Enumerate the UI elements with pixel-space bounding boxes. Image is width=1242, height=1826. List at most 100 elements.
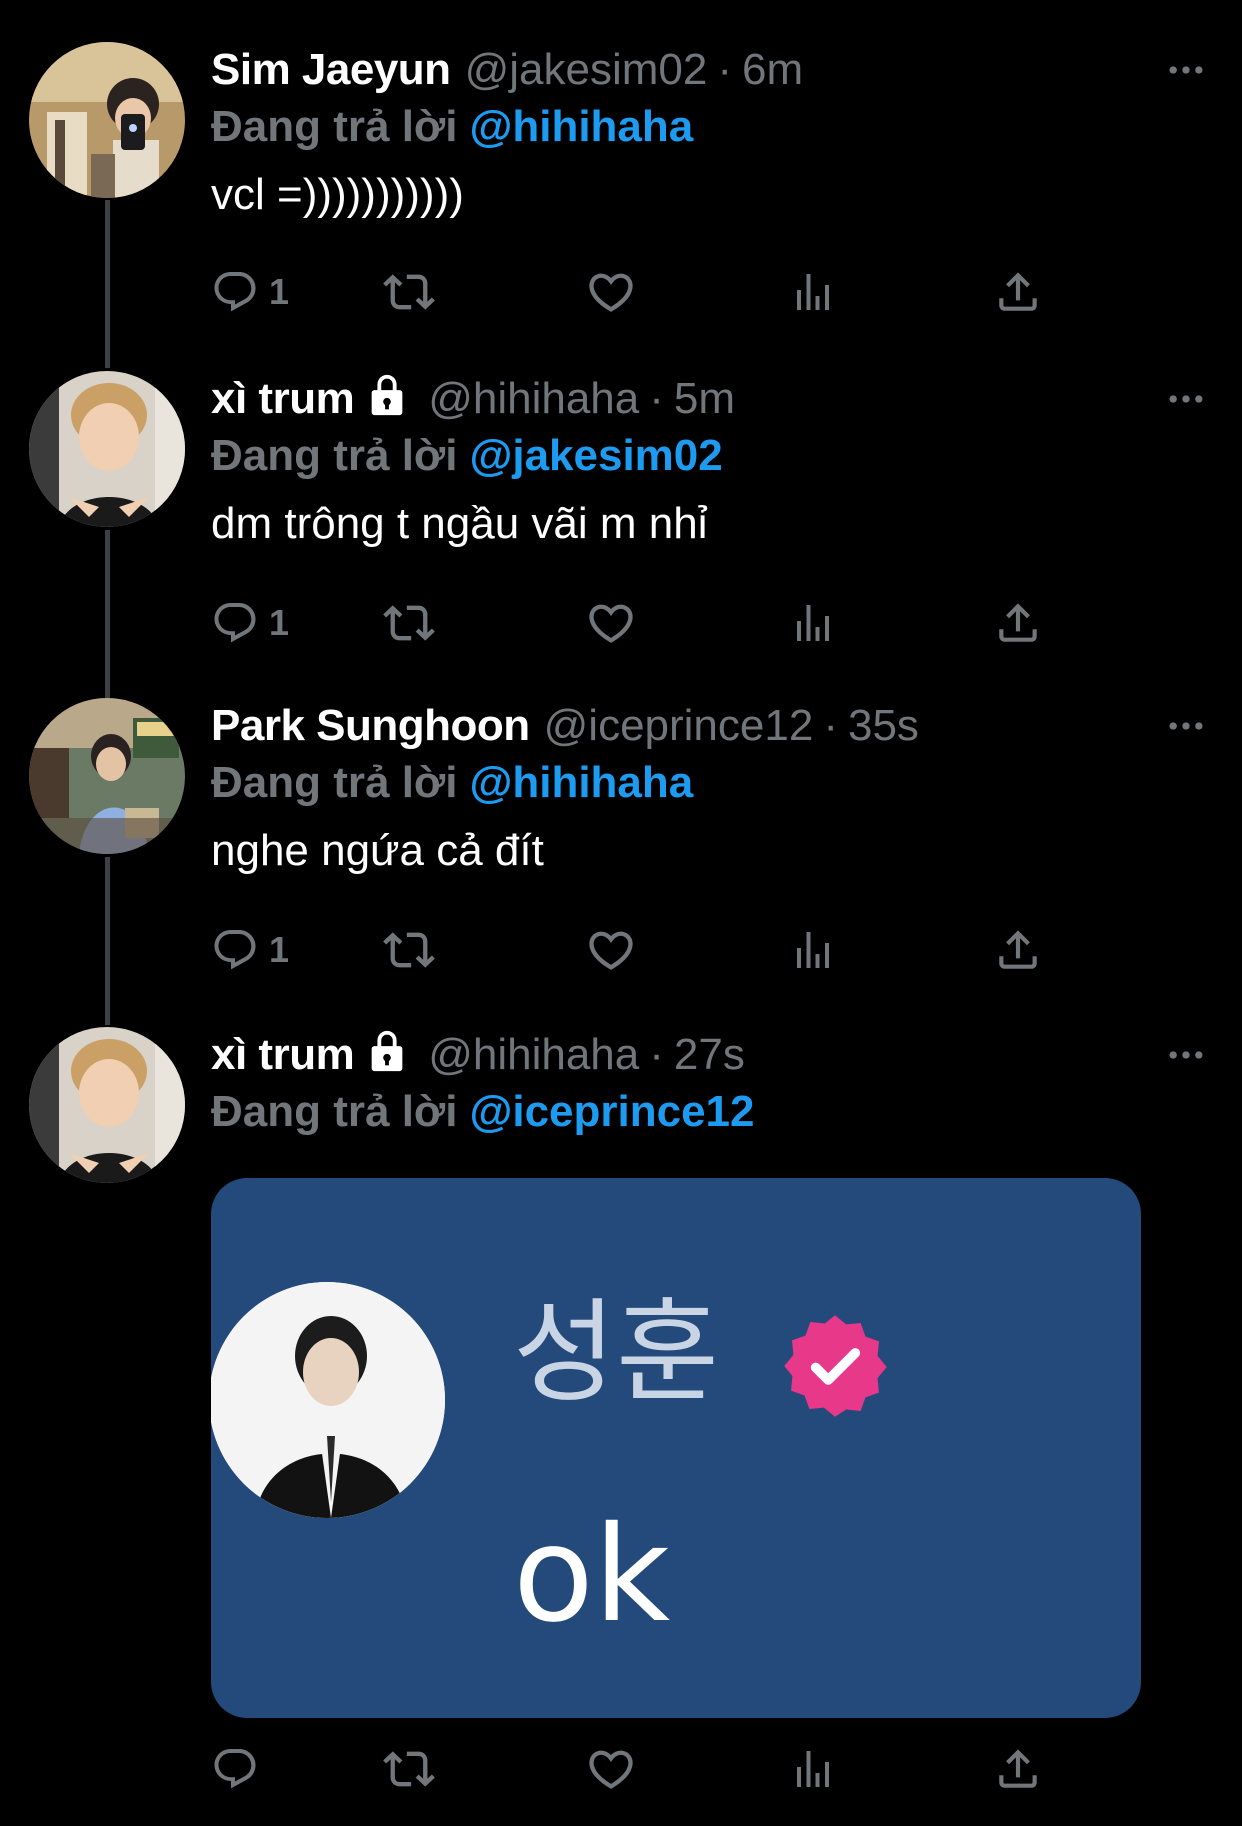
action-bar: 1 (211, 262, 1091, 322)
media-display-name: 성훈 (513, 1288, 720, 1418)
replying-to-label: Đang trả lời (211, 1087, 458, 1136)
share-button[interactable] (993, 1739, 1043, 1799)
speech-bubble-icon (211, 599, 259, 647)
tweet-header: Park Sunghoon @iceprince12 · 35s (211, 698, 919, 754)
separator-dot: · (823, 701, 838, 750)
user-handle[interactable]: @hihihaha (428, 1027, 639, 1083)
reply-button[interactable]: 1 (211, 920, 289, 980)
more-dots-icon[interactable] (1162, 698, 1210, 754)
more-dots-icon[interactable] (1162, 1027, 1210, 1083)
speech-bubble-icon (211, 1745, 259, 1793)
share-button[interactable] (993, 593, 1043, 653)
tweet[interactable]: xì trum @hihihaha · 5m Đang trả lời @jake… (0, 371, 1242, 671)
more-dots-icon[interactable] (1162, 371, 1210, 427)
reply-button[interactable]: 1 (211, 593, 289, 653)
reply-button[interactable]: 1 (211, 262, 289, 322)
replying-to: Đang trả lời @hihihaha (211, 98, 693, 156)
timestamp[interactable]: 5m (674, 371, 735, 427)
speech-bubble-icon (211, 268, 259, 316)
media-avatar (211, 1282, 445, 1518)
user-handle[interactable]: @jakesim02 (465, 42, 708, 98)
replying-to-label: Đang trả lời (211, 758, 458, 807)
pink-verified-badge-icon (777, 1308, 893, 1429)
views-button[interactable] (789, 593, 837, 653)
action-bar: 1 (211, 920, 1091, 980)
replying-to-label: Đang trả lời (211, 431, 458, 480)
avatar[interactable] (29, 698, 185, 854)
bar-chart-icon (789, 599, 837, 647)
display-name[interactable]: Sim Jaeyun (211, 42, 451, 98)
like-button[interactable] (585, 1739, 637, 1799)
tweet-header: xì trum @hihihaha · 5m (211, 371, 735, 427)
separator-dot: · (649, 1030, 664, 1079)
bar-chart-icon (789, 268, 837, 316)
heart-icon (585, 597, 637, 649)
retweet-arrows-icon (383, 266, 435, 318)
reply-count: 1 (269, 929, 290, 970)
reply-mention-link[interactable]: @hihihaha (469, 758, 693, 807)
action-bar (211, 1739, 1091, 1799)
tweet-header: Sim Jaeyun @jakesim02 · 6m (211, 42, 803, 98)
heart-icon (585, 266, 637, 318)
action-bar: 1 (211, 593, 1091, 653)
share-upload-icon (993, 1744, 1043, 1794)
separator-dot: · (717, 45, 732, 94)
lock-icon (364, 1027, 410, 1087)
share-upload-icon (993, 267, 1043, 317)
reply-count: 1 (269, 602, 290, 643)
display-name[interactable]: xì trum (211, 371, 355, 427)
like-button[interactable] (585, 593, 637, 653)
reply-mention-link[interactable]: @jakesim02 (469, 431, 722, 480)
tweet[interactable]: Park Sunghoon @iceprince12 · 35s Đang tr… (0, 698, 1242, 998)
retweet-button[interactable] (383, 593, 435, 653)
reply-mention-link[interactable]: @hihihaha (469, 102, 693, 151)
heart-icon (585, 924, 637, 976)
bar-chart-icon (789, 926, 837, 974)
like-button[interactable] (585, 262, 637, 322)
share-button[interactable] (993, 920, 1043, 980)
separator-dot: · (649, 374, 664, 423)
retweet-arrows-icon (383, 1743, 435, 1795)
retweet-arrows-icon (383, 597, 435, 649)
share-button[interactable] (993, 262, 1043, 322)
views-button[interactable] (789, 1739, 837, 1799)
display-name[interactable]: xì trum (211, 1027, 355, 1083)
reply-count: 1 (269, 271, 290, 312)
media-message: ok (513, 1498, 671, 1652)
replying-to: Đang trả lời @hihihaha (211, 754, 693, 812)
lock-icon (364, 371, 410, 431)
share-upload-icon (993, 925, 1043, 975)
display-name[interactable]: Park Sunghoon (211, 698, 530, 754)
retweet-arrows-icon (383, 924, 435, 976)
user-handle[interactable]: @iceprince12 (544, 698, 814, 754)
replying-to-label: Đang trả lời (211, 102, 458, 151)
user-handle[interactable]: @hihihaha (428, 371, 639, 427)
retweet-button[interactable] (383, 262, 435, 322)
timestamp[interactable]: 6m (742, 42, 803, 98)
views-button[interactable] (789, 920, 837, 980)
share-upload-icon (993, 598, 1043, 648)
reply-button[interactable] (211, 1739, 259, 1799)
tweet-header: xì trum @hihihaha · 27s (211, 1027, 745, 1083)
retweet-button[interactable] (383, 1739, 435, 1799)
avatar[interactable] (29, 1027, 185, 1183)
tweet[interactable]: Sim Jaeyun @jakesim02 · 6m Đang trả lời @… (0, 42, 1242, 342)
timestamp[interactable]: 27s (674, 1027, 745, 1083)
media-image[interactable]: 성훈 ok (211, 1178, 1141, 1718)
reply-mention-link[interactable]: @iceprince12 (469, 1087, 754, 1136)
tweet-text: dm trông t ngầu vãi m nhỉ (211, 499, 708, 548)
tweet-text: nghe ngứa cả đít (211, 826, 544, 875)
views-button[interactable] (789, 262, 837, 322)
replying-to: Đang trả lời @iceprince12 (211, 1083, 755, 1141)
retweet-button[interactable] (383, 920, 435, 980)
tweet-text: vcl =))))))))))) (211, 170, 464, 219)
heart-icon (585, 1743, 637, 1795)
speech-bubble-icon (211, 926, 259, 974)
bar-chart-icon (789, 1745, 837, 1793)
replying-to: Đang trả lời @jakesim02 (211, 427, 723, 485)
more-dots-icon[interactable] (1162, 42, 1210, 98)
like-button[interactable] (585, 920, 637, 980)
avatar[interactable] (29, 42, 185, 198)
avatar[interactable] (29, 371, 185, 527)
timestamp[interactable]: 35s (848, 698, 919, 754)
